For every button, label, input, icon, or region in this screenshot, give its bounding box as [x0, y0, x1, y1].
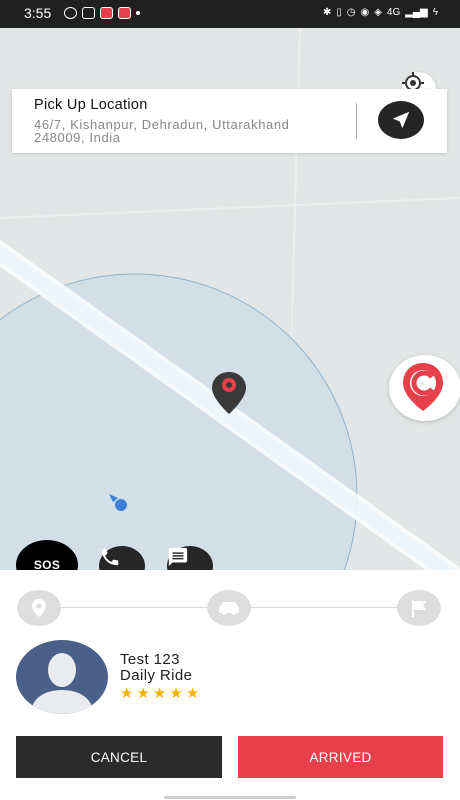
star-icon: ★	[136, 685, 150, 702]
brand-marker[interactable]	[389, 355, 460, 421]
car-icon	[219, 602, 239, 615]
cancel-button[interactable]: CANCEL	[16, 736, 222, 778]
star-icon: ★	[120, 685, 134, 702]
ride-type: Daily Ride	[120, 667, 193, 684]
more-notifications-icon	[136, 11, 140, 15]
location-pin-icon	[32, 599, 46, 617]
divider	[356, 103, 357, 139]
navigate-button[interactable]	[378, 101, 424, 139]
step-destination	[397, 590, 441, 626]
location-icon: ◉	[360, 7, 370, 18]
alarm-icon: ◷	[346, 7, 356, 18]
phone-icon	[101, 548, 119, 566]
home-indicator	[164, 796, 296, 799]
avatar-silhouette-icon	[30, 653, 94, 714]
network-type: 4G	[386, 7, 401, 18]
navigation-arrow-icon	[392, 111, 410, 129]
driver-name: Test 123	[120, 651, 180, 668]
image-notification-icon	[82, 7, 95, 19]
charging-icon: ϟ	[432, 7, 438, 18]
notification-icon	[64, 7, 77, 19]
driver-rating: ★ ★ ★ ★ ★	[120, 686, 199, 701]
pickup-title: Pick Up Location	[34, 97, 148, 113]
search-radius-circle	[0, 273, 358, 570]
map-street	[0, 197, 460, 219]
app-notification-icon	[118, 7, 131, 19]
vibrate-icon: ▯	[336, 7, 342, 18]
status-time: 3:55	[24, 5, 52, 21]
pickup-location-card[interactable]: Pick Up Location 46/7, Kishanpur, Dehrad…	[12, 89, 447, 153]
brand-logo-icon	[403, 363, 443, 411]
star-icon: ★	[169, 685, 183, 702]
pickup-address: 46/7, Kishanpur, Dehradun, Uttarakhand 2…	[34, 117, 290, 145]
wifi-icon: ◈	[374, 7, 382, 18]
step-ride	[207, 590, 251, 626]
finish-flag-icon	[412, 600, 426, 617]
status-bar: 3:55 ✱ ▯ ◷ ◉ ◈ 4G ▂▄▆ ϟ	[0, 0, 460, 28]
signal-icon: ▂▄▆	[405, 7, 428, 18]
app-notification-icon	[100, 7, 113, 19]
notification-icons	[64, 7, 140, 19]
step-pickup	[17, 590, 61, 626]
bluetooth-icon: ✱	[322, 7, 332, 18]
avatar	[16, 640, 108, 714]
system-icons: ✱ ▯ ◷ ◉ ◈ 4G ▂▄▆ ϟ	[323, 7, 438, 18]
star-icon: ★	[185, 685, 200, 702]
star-icon: ★	[152, 685, 167, 702]
arrived-button[interactable]: ARRIVED	[238, 736, 443, 778]
chat-icon	[168, 547, 188, 567]
